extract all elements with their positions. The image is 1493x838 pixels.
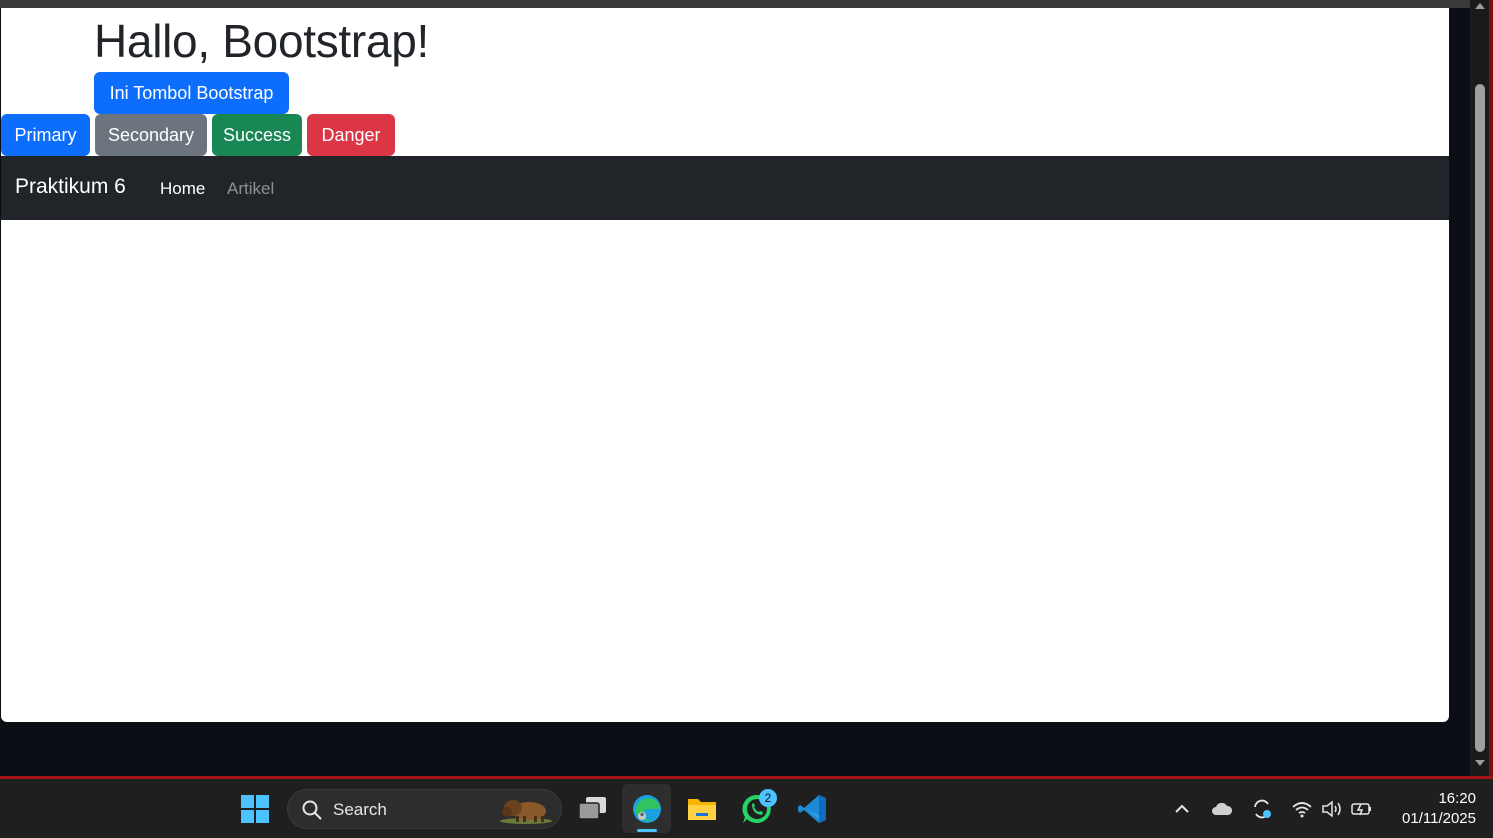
sync-icon[interactable] (1250, 797, 1274, 821)
nav-link-home[interactable]: Home (160, 179, 205, 199)
clock-date: 01/11/2025 (1402, 810, 1476, 827)
bison-illustration-icon (500, 800, 552, 824)
clock-time: 16:20 (1438, 790, 1476, 807)
taskbar-clock[interactable]: 16:20 01/11/2025 (1386, 789, 1476, 829)
whatsapp-notification-badge: 2 (759, 789, 777, 807)
task-view-icon[interactable] (572, 789, 612, 829)
navbar-brand[interactable]: Praktikum 6 (15, 175, 126, 199)
taskbar-search-input[interactable]: Search (287, 789, 562, 829)
scroll-up-arrow-icon[interactable] (1475, 3, 1485, 9)
volume-icon[interactable] (1320, 797, 1344, 821)
page-heading: Hallo, Bootstrap! (94, 15, 429, 67)
browser-top-edge (0, 0, 1470, 8)
success-button[interactable]: Success (212, 114, 302, 156)
danger-button[interactable]: Danger (307, 114, 395, 156)
search-label: Search (333, 800, 387, 819)
wifi-icon[interactable] (1290, 797, 1314, 821)
onedrive-cloud-icon[interactable] (1210, 797, 1234, 821)
battery-icon[interactable] (1350, 797, 1374, 821)
file-explorer-icon[interactable] (682, 789, 722, 829)
scrollbar-thumb[interactable] (1475, 84, 1485, 752)
navbar: Praktikum 6 Home Artikel (1, 156, 1449, 220)
scroll-down-arrow-icon[interactable] (1475, 760, 1485, 766)
taskbar: Search 2 16:20 01/11/2025 (0, 779, 1493, 838)
search-icon (302, 800, 322, 820)
primary-button[interactable]: Primary (1, 114, 90, 156)
bootstrap-button[interactable]: Ini Tombol Bootstrap (94, 72, 289, 114)
active-app-indicator (637, 829, 657, 832)
web-page-viewport: Hallo, Bootstrap! Ini Tombol Bootstrap P… (1, 8, 1449, 722)
secondary-button[interactable]: Secondary (95, 114, 207, 156)
vscode-icon[interactable] (792, 789, 832, 829)
windows-start-icon[interactable] (235, 789, 275, 829)
window-border-right (1489, 0, 1493, 779)
edge-browser-icon[interactable] (627, 789, 667, 829)
nav-link-artikel[interactable]: Artikel (227, 179, 274, 199)
chevron-up-icon[interactable] (1170, 797, 1194, 821)
